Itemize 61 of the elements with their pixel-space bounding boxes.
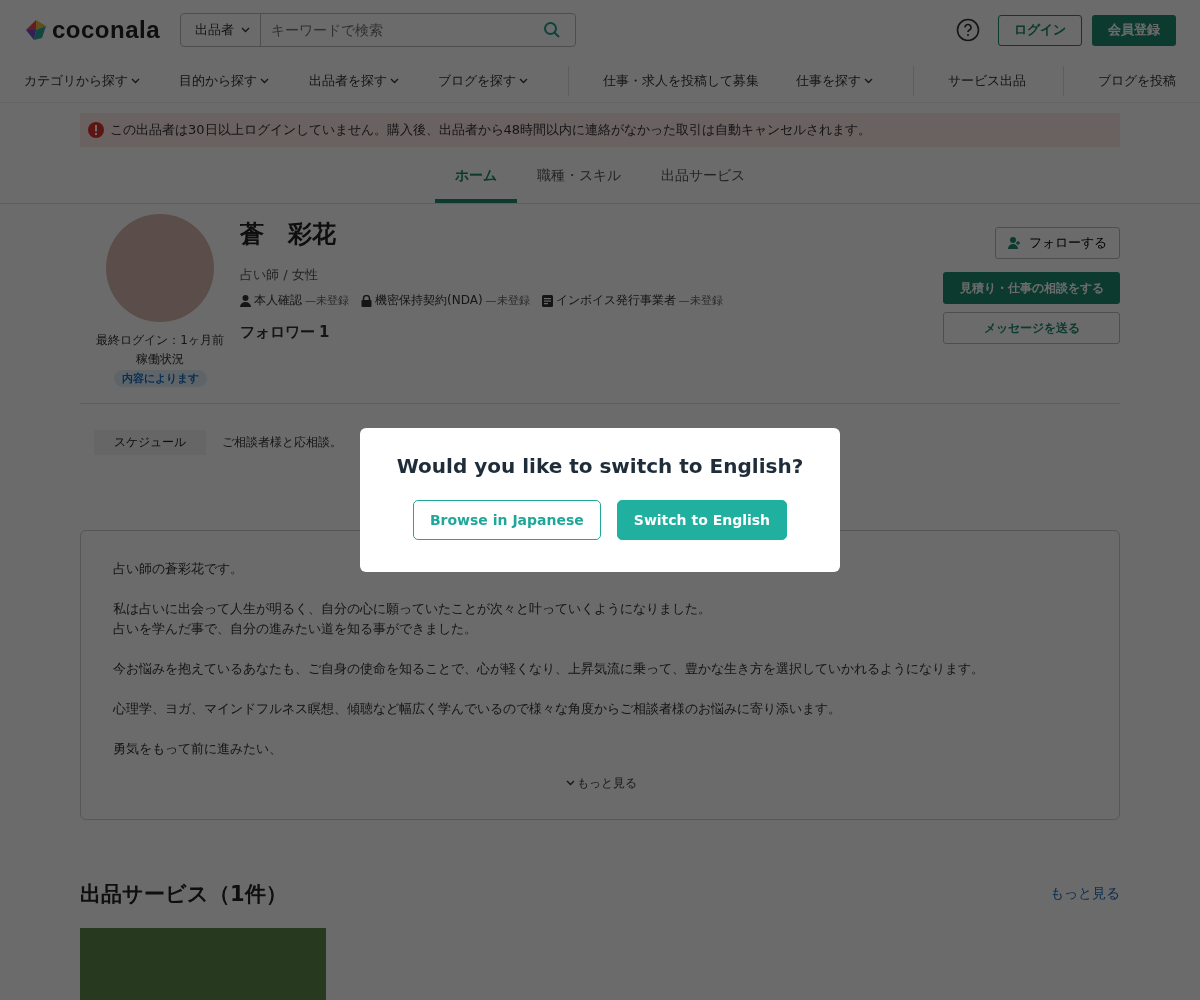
dialog-title: Would you like to switch to English? bbox=[396, 454, 804, 478]
activity-status-tag: 内容によります bbox=[113, 370, 207, 387]
warning-text: この出品者は30日以上ログインしていません。購入後、出品者から48時間以内に連絡がなかった取引は自動キャンセルされます。 bbox=[110, 121, 872, 139]
last-login-text: 最終ログイン：1ヶ月前 bbox=[96, 332, 224, 349]
nav-menu-item[interactable]: 目的から探す bbox=[179, 72, 272, 90]
follow-button[interactable]: フォローする bbox=[995, 227, 1120, 259]
nav-menu-item[interactable]: 仕事・求人を投稿して募集 bbox=[567, 66, 759, 96]
followers-count: 1 bbox=[319, 323, 330, 342]
chevron-down-icon bbox=[131, 77, 140, 84]
nav-menu-item[interactable]: ブログを投稿 bbox=[1062, 66, 1176, 96]
seller-name: 蒼 彩花 bbox=[240, 219, 337, 250]
bio-paragraph: 勇気をもって前に進みたい、 bbox=[113, 740, 283, 758]
add-person-icon bbox=[1008, 237, 1021, 249]
language-button[interactable]: Browse in Japanese bbox=[412, 500, 601, 540]
chevron-down-icon bbox=[519, 77, 529, 84]
nav-menu-item[interactable]: 仕事を探す bbox=[796, 72, 876, 90]
profile-tab[interactable]: 職種・スキル bbox=[517, 155, 641, 203]
chevron-down-icon bbox=[260, 77, 270, 84]
services-heading: 出品サービス（1件） bbox=[80, 881, 287, 908]
logo-text[interactable]: coconala bbox=[52, 16, 161, 44]
chevron-down-icon bbox=[389, 77, 399, 84]
bio-paragraph: 心理学、ヨガ、マインドフルネス瞑想、傾聴など幅広く学んでいるので様々な角度からご相談者様のお悩みに寄り添います。 bbox=[113, 700, 842, 718]
verification-label: 本人確認 bbox=[254, 292, 302, 309]
followers-label: フォロワー bbox=[240, 323, 315, 342]
verification-label: インボイス発行事業者 bbox=[555, 292, 676, 309]
profile-tab[interactable]: ホーム bbox=[435, 155, 517, 203]
nav-menu-item[interactable]: 出品者を探す bbox=[308, 72, 401, 90]
bio-paragraph: 占い師の蒼彩花です。 bbox=[113, 560, 244, 578]
see-more-link[interactable]: もっと見る bbox=[1050, 885, 1120, 903]
bio-paragraph: 私は占いに出会って人生が明るく、自分の心に願っていたことが次々と叶っていくようになりました。 占いを学んだ事で、自分の進みたい道を知る事ができました。 bbox=[113, 600, 712, 638]
chevron-down-icon bbox=[241, 26, 251, 33]
verification-label: 機密保持契約(NDA) bbox=[375, 292, 483, 309]
search-scope-dropdown[interactable]: 出品者 bbox=[181, 14, 262, 46]
language-button[interactable]: Switch to English bbox=[616, 500, 788, 540]
show-more-link[interactable]: もっと見る bbox=[563, 775, 637, 792]
search-field[interactable]: 出品者 キーワードで検索 bbox=[180, 13, 577, 47]
schedule-text: ご相談者様と応相談。 bbox=[222, 433, 342, 451]
person-icon bbox=[240, 294, 251, 307]
warning-icon bbox=[88, 122, 104, 138]
register-button[interactable]: 会員登録 bbox=[1092, 14, 1176, 46]
consult-button[interactable]: 見積り・仕事の相談をする bbox=[943, 272, 1120, 304]
bio-paragraph: 今お悩みを抱えているあなたも、ご自身の使命を知ることで、心が軽くなり、上昇気流に乗って、豊かな生き方を選択していかれるようになります。 bbox=[113, 660, 985, 678]
message-button[interactable]: メッセージを送る bbox=[943, 312, 1120, 344]
chevron-down-icon bbox=[566, 779, 575, 786]
logo-icon bbox=[24, 18, 48, 42]
schedule-label: スケジュール bbox=[94, 429, 206, 455]
verification-status: —未登録 bbox=[678, 293, 723, 308]
verification-status: —未登録 bbox=[485, 293, 530, 308]
login-button[interactable]: ログイン bbox=[998, 14, 1082, 46]
activity-label: 稼働状況 bbox=[136, 351, 184, 368]
nav-menu-item[interactable]: カテゴリから探す bbox=[24, 72, 142, 90]
chevron-down-icon bbox=[864, 77, 874, 84]
nav-menu-item[interactable]: サービス出品 bbox=[912, 66, 1026, 96]
nav-menu-item[interactable]: ブログを探す bbox=[438, 72, 531, 90]
document-icon bbox=[541, 294, 553, 307]
lock-icon bbox=[361, 294, 372, 307]
profile-tab[interactable]: 出品サービス bbox=[641, 155, 765, 203]
help-icon[interactable] bbox=[956, 18, 980, 42]
verification-status: —未登録 bbox=[305, 293, 349, 308]
seller-occupation: 占い師 / 女性 bbox=[240, 266, 319, 284]
search-icon[interactable] bbox=[543, 21, 562, 39]
